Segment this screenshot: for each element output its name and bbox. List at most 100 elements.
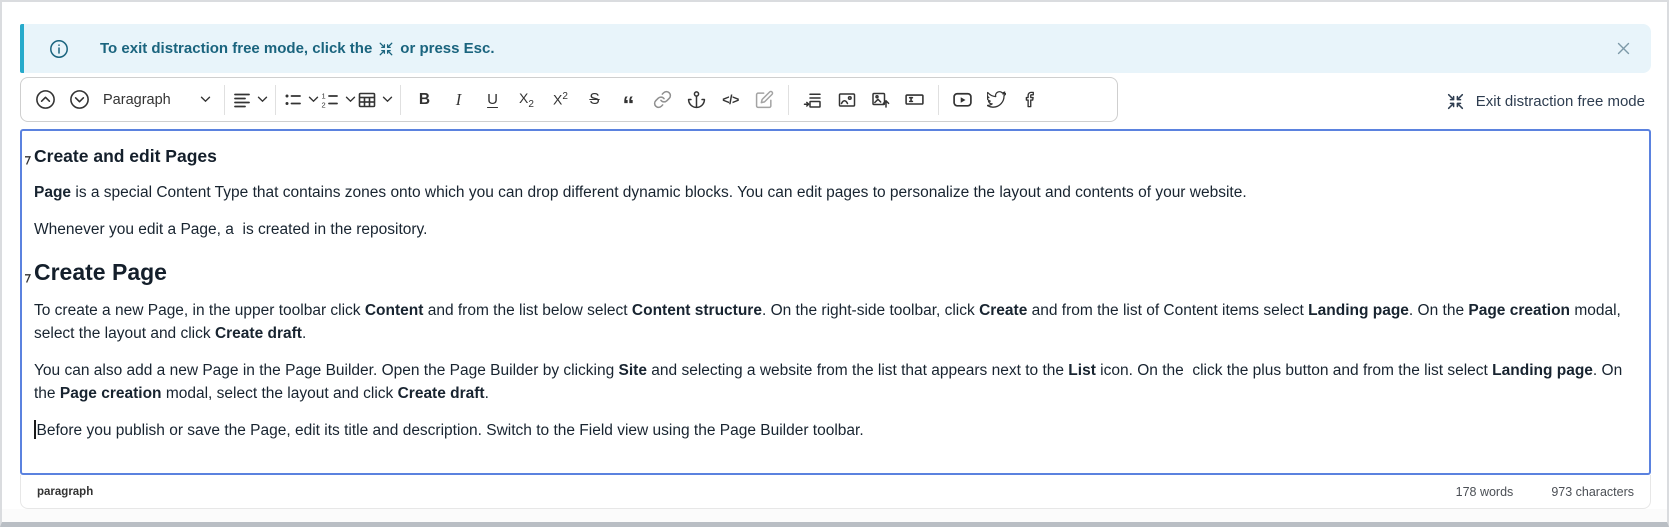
text-segment: . On the xyxy=(1409,302,1468,319)
banner-message: To exit distraction free mode, click the… xyxy=(100,40,495,57)
info-icon xyxy=(48,38,70,60)
svg-text:1: 1 xyxy=(322,91,326,100)
heading-create-and-edit-pages[interactable]: Create and edit Pages xyxy=(34,144,1635,168)
insert-table-icon xyxy=(357,90,377,110)
bold-text-segment: List xyxy=(1068,362,1096,379)
strikethrough-button[interactable]: S xyxy=(578,83,611,117)
italic-button[interactable]: I xyxy=(442,83,475,117)
bold-text-segment: Create and edit Pages xyxy=(34,146,217,166)
bold-text-segment: Landing page xyxy=(1308,302,1409,319)
paragraph-page-builder[interactable]: You can also add a new Page in the Page … xyxy=(34,359,1635,405)
bold-text-segment: Page xyxy=(34,184,71,201)
text-segment: and selecting a website from the list th… xyxy=(647,362,1068,379)
youtube-icon xyxy=(952,89,973,110)
code-block-button[interactable]: </> xyxy=(714,83,747,117)
toolbar-separator xyxy=(400,85,401,115)
toolbar-separator xyxy=(224,85,225,115)
edit-source-button[interactable] xyxy=(748,83,781,117)
bold-text-segment: Content structure xyxy=(632,302,762,319)
facebook-icon xyxy=(1021,90,1040,109)
heading-dropdown[interactable]: Paragraph xyxy=(97,83,217,117)
twitter-icon xyxy=(987,90,1006,109)
exit-distraction-free-button[interactable]: Exit distraction free mode xyxy=(1446,86,1645,116)
heading-dropdown-label: Paragraph xyxy=(103,92,171,108)
text-cursor xyxy=(34,420,36,439)
superscript-button[interactable]: X2 xyxy=(544,83,577,117)
underline-button[interactable]: U xyxy=(476,83,509,117)
numbered-list-dropdown[interactable]: 1 2 xyxy=(320,83,356,117)
anchor-button[interactable] xyxy=(680,83,713,117)
subscript-button[interactable]: X2 xyxy=(510,83,543,117)
paragraph-create-new-page[interactable]: To create a new Page, in the upper toolb… xyxy=(34,299,1635,345)
text-segment: . xyxy=(485,385,489,402)
embed-twitter-button[interactable] xyxy=(980,83,1013,117)
page-background-strip xyxy=(2,509,1667,522)
text-segment: Whenever you edit a Page, a is created i… xyxy=(34,221,427,238)
insert-image-icon xyxy=(837,90,857,110)
embed-youtube-button[interactable] xyxy=(946,83,979,117)
text-segment: modal, select the layout and click xyxy=(162,385,398,402)
upload-image-icon xyxy=(871,90,891,110)
paragraph-whenever-edit[interactable]: Whenever you edit a Page, a is created i… xyxy=(34,218,1635,241)
paragraph-before-publish[interactable]: Before you publish or save the Page, edi… xyxy=(34,419,1635,442)
exit-fullscreen-icon xyxy=(378,41,394,57)
bold-text-segment: Create draft xyxy=(398,385,485,402)
text-segment: icon. On the click the plus button and f… xyxy=(1096,362,1492,379)
block-quote-button[interactable]: “ xyxy=(612,83,645,117)
code-block-icon: </> xyxy=(722,93,739,107)
chevron-down-icon xyxy=(308,96,319,103)
bold-text-segment: Page creation xyxy=(60,385,162,402)
paragraph-page-description[interactable]: Page is a special Content Type that cont… xyxy=(34,181,1635,204)
exit-distraction-free-label: Exit distraction free mode xyxy=(1476,93,1645,110)
italic-icon: I xyxy=(456,90,462,110)
text-segment: and from the list below select xyxy=(423,302,632,319)
editor-status-bar: paragraph 178 words 973 characters xyxy=(20,475,1651,509)
current-block-type: paragraph xyxy=(37,486,93,498)
insert-image-button[interactable] xyxy=(830,83,863,117)
text-segment: . xyxy=(302,325,306,342)
bold-text-segment: Create xyxy=(979,302,1027,319)
text-segment: Before you publish or save the Page, edi… xyxy=(37,422,864,439)
word-count: 178 words xyxy=(1456,485,1514,499)
bold-text-segment: Content xyxy=(365,302,424,319)
text-segment: To create a new Page, in the upper toolb… xyxy=(34,302,365,319)
character-count: 973 characters xyxy=(1551,485,1634,499)
block-quote-icon: “ xyxy=(623,89,635,111)
close-banner-button[interactable] xyxy=(1609,35,1637,63)
editor-toolbar: Paragraph 1 2 xyxy=(20,77,1118,122)
move-up-icon xyxy=(35,89,56,110)
move-up-button[interactable] xyxy=(29,83,62,117)
link-button[interactable] xyxy=(646,83,679,117)
align-left-icon xyxy=(232,90,252,110)
bold-text-segment: Site xyxy=(619,362,647,379)
heading-create-page[interactable]: Create Page xyxy=(34,257,1635,287)
bold-icon: B xyxy=(419,91,430,109)
banner-text-after: or press Esc. xyxy=(400,40,494,57)
upload-image-button[interactable] xyxy=(864,83,897,117)
numbered-list-icon: 1 2 xyxy=(320,90,340,110)
input-field-icon xyxy=(904,89,925,110)
subscript-icon: X2 xyxy=(519,90,534,110)
toolbar-separator xyxy=(938,85,939,115)
move-down-button[interactable] xyxy=(63,83,96,117)
exit-hint-banner: To exit distraction free mode, click the… xyxy=(20,24,1651,73)
heading-marker-icon xyxy=(24,261,31,291)
chevron-down-icon xyxy=(382,96,393,103)
bold-button[interactable]: B xyxy=(408,83,441,117)
toolbar-separator xyxy=(788,85,789,115)
input-field-button[interactable] xyxy=(898,83,931,117)
link-icon xyxy=(653,90,672,109)
text-alignment-dropdown[interactable] xyxy=(232,83,268,117)
bold-text-segment: Landing page xyxy=(1492,362,1593,379)
superscript-icon: X2 xyxy=(553,91,568,108)
heading-marker-icon xyxy=(24,148,31,172)
bulleted-list-dropdown[interactable] xyxy=(283,83,319,117)
bulleted-list-icon xyxy=(283,90,303,110)
insert-table-dropdown[interactable] xyxy=(357,83,393,117)
editor-content[interactable]: Create and edit Pages Page is a special C… xyxy=(20,129,1651,475)
embed-facebook-button[interactable] xyxy=(1014,83,1047,117)
anchor-icon xyxy=(687,90,706,109)
exit-fullscreen-icon xyxy=(1446,92,1465,111)
insert-content-block-button[interactable] xyxy=(796,83,829,117)
edit-source-icon xyxy=(755,90,774,109)
